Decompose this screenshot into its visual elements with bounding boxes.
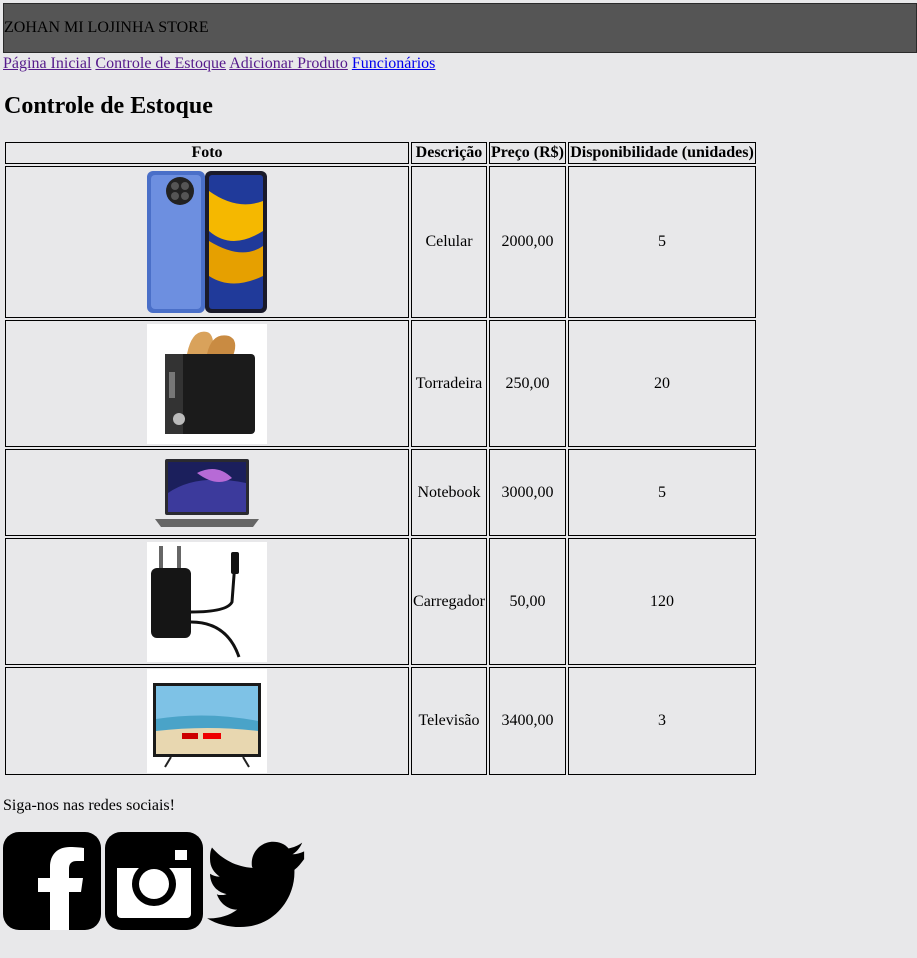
nav-bar: Página Inicial Controle de Estoque Adici… bbox=[3, 55, 435, 73]
social-links bbox=[3, 832, 305, 930]
description-cell: Carregador bbox=[411, 538, 487, 665]
facebook-icon[interactable] bbox=[3, 832, 101, 930]
photo-cell bbox=[5, 538, 409, 665]
twitter-icon[interactable] bbox=[207, 832, 305, 930]
table-row: Carregador 50,00 120 bbox=[5, 538, 756, 665]
price-cell: 2000,00 bbox=[489, 166, 566, 318]
nav-link-stock[interactable]: Controle de Estoque bbox=[95, 55, 226, 72]
social-text: Siga-nos nas redes sociais! bbox=[3, 797, 175, 814]
table-row: Torradeira 250,00 20 bbox=[5, 320, 756, 447]
instagram-icon[interactable] bbox=[105, 832, 203, 930]
charger-image bbox=[147, 541, 267, 662]
stock-cell: 20 bbox=[568, 320, 756, 447]
description-cell: Notebook bbox=[411, 449, 487, 536]
photo-cell bbox=[5, 166, 409, 318]
nav-link-add-product[interactable]: Adicionar Produto bbox=[229, 55, 348, 72]
laptop-image bbox=[155, 458, 259, 527]
phone-image bbox=[147, 171, 267, 313]
price-cell: 3400,00 bbox=[489, 667, 566, 775]
site-title: ZOHAN MI LOJINHA STORE bbox=[4, 19, 209, 36]
table-row: Televisão 3400,00 3 bbox=[5, 667, 756, 775]
stock-cell: 3 bbox=[568, 667, 756, 775]
column-header-price: Preço (R$) bbox=[489, 142, 566, 164]
price-cell: 250,00 bbox=[489, 320, 566, 447]
photo-cell bbox=[5, 320, 409, 447]
table-header-row: Foto Descrição Preço (R$) Disponibilidad… bbox=[5, 142, 756, 164]
column-header-photo: Foto bbox=[5, 142, 409, 164]
toaster-image bbox=[147, 323, 267, 444]
stock-table: Foto Descrição Preço (R$) Disponibilidad… bbox=[3, 140, 758, 777]
stock-cell: 120 bbox=[568, 538, 756, 665]
site-header: ZOHAN MI LOJINHA STORE bbox=[3, 3, 917, 53]
nav-link-employees[interactable]: Funcionários bbox=[352, 55, 436, 72]
nav-link-home[interactable]: Página Inicial bbox=[3, 55, 91, 72]
price-cell: 3000,00 bbox=[489, 449, 566, 536]
table-row: Notebook 3000,00 5 bbox=[5, 449, 756, 536]
description-cell: Televisão bbox=[411, 667, 487, 775]
description-cell: Torradeira bbox=[411, 320, 487, 447]
page-title: Controle de Estoque bbox=[4, 93, 213, 119]
stock-cell: 5 bbox=[568, 166, 756, 318]
photo-cell bbox=[5, 449, 409, 536]
column-header-description: Descrição bbox=[411, 142, 487, 164]
description-cell: Celular bbox=[411, 166, 487, 318]
price-cell: 50,00 bbox=[489, 538, 566, 665]
stock-cell: 5 bbox=[568, 449, 756, 536]
table-row: Celular 2000,00 5 bbox=[5, 166, 756, 318]
photo-cell bbox=[5, 667, 409, 775]
column-header-stock: Disponibilidade (unidades) bbox=[568, 142, 756, 164]
tv-image bbox=[147, 669, 267, 773]
